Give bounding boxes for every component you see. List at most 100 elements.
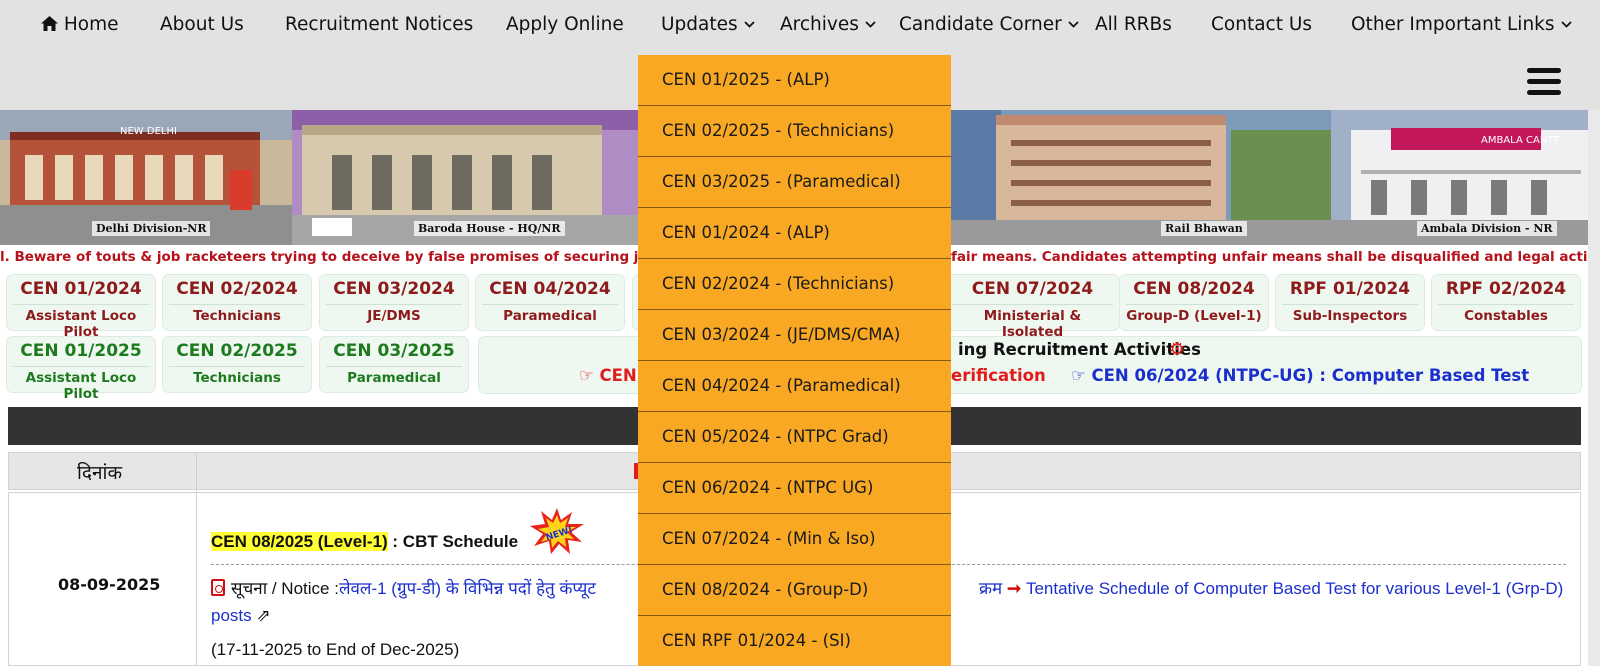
dropdown-item-cen-07-2024[interactable]: CEN 07/2024 - (Min & Iso) [638, 514, 951, 565]
cen-card[interactable]: CEN 04/2024 Paramedical [475, 274, 625, 331]
rpf-card[interactable]: RPF 02/2024 Constables [1431, 274, 1581, 331]
rpf-card[interactable]: RPF 01/2024 Sub-Inspectors [1275, 274, 1425, 331]
nav-candidate-corner-label: Candidate Corner [899, 14, 1062, 35]
nav-updates[interactable]: Updates [661, 14, 755, 35]
dropdown-item-label: CEN 03/2025 - (Paramedical) [662, 172, 901, 191]
hand-pointing-icon: ☞ [579, 366, 600, 385]
ongoing-link[interactable]: erification [951, 366, 1046, 385]
column-divider [196, 453, 197, 491]
ongoing-link-ntpc-ug-cbt[interactable]: ☞ CEN 06/2024 (NTPC-UG) : Computer Based… [1071, 366, 1529, 385]
notice-title-highlight[interactable]: CEN 08/2025 (Level-1) [211, 532, 388, 551]
dropdown-item-cen-03-2025[interactable]: CEN 03/2025 - (Paramedical) [638, 157, 951, 208]
nav-all-rrbs-label: All RRBs [1095, 14, 1172, 35]
pdf-icon [211, 579, 225, 596]
notice-line: सूचना / Notice :लेवल-1 (ग्रुप-डी) के विभ… [211, 576, 596, 599]
dropdown-item-label: CEN 05/2024 - (NTPC Grad) [662, 427, 889, 446]
notice-label: सूचना / Notice : [231, 579, 339, 598]
ticker-text-right: fair means. Candidates attempting unfair… [951, 249, 1588, 265]
nav-home-label: Home [63, 14, 119, 35]
cen-card-name: Paramedical [482, 304, 618, 324]
dropdown-item-cen-04-2024[interactable]: CEN 04/2024 - (Paramedical) [638, 361, 951, 412]
cen-card-name: Assistant Loco Pilot [13, 366, 149, 402]
nav-other-important-links-label: Other Important Links [1351, 14, 1555, 35]
notice-link-english-cont[interactable]: posts [211, 606, 252, 625]
ongoing-title: ing Recruitment Activities [958, 340, 1201, 359]
cen-card-name: Paramedical [326, 366, 462, 386]
dropdown-item-cen-03-2024[interactable]: CEN 03/2024 - (JE/DMS/CMA) [638, 310, 951, 361]
dropdown-item-cen-02-2025[interactable]: CEN 02/2025 - (Technicians) [638, 106, 951, 157]
external-link-icon[interactable]: ⇗ [256, 606, 270, 625]
gear-icon: ⚙ [1169, 339, 1186, 360]
nav-updates-label: Updates [661, 14, 738, 35]
dropdown-item-cen-08-2024[interactable]: CEN 08/2024 - (Group-D) [638, 565, 951, 616]
notice-link-english[interactable]: Tentative Schedule of Computer Based Tes… [1026, 579, 1563, 598]
cen-card-2025[interactable]: CEN 03/2025 Paramedical [319, 336, 469, 393]
notice-date-range: (17-11-2025 to End of Dec-2025) [211, 640, 460, 659]
cen-card-name: Assistant Loco Pilot [13, 304, 149, 340]
banner-caption: Ambala Division - NR [1417, 221, 1557, 236]
banner-caption: Delhi Division-NR [92, 221, 211, 236]
nav-about-us-label: About Us [160, 14, 244, 35]
cen-card-name: Group-D (Level-1) [1126, 304, 1262, 324]
dropdown-item-label: CEN 02/2024 - (Technicians) [662, 274, 895, 293]
nav-recruitment-notices-label: Recruitment Notices [285, 14, 474, 35]
nav-apply-online[interactable]: Apply Online [506, 14, 624, 35]
dropdown-item-cen-rpf-01-2024[interactable]: CEN RPF 01/2024 - (SI) [638, 616, 951, 666]
notice-title-rest: : CBT Schedule [387, 532, 519, 551]
dropdown-item-label: CEN 03/2024 - (JE/DMS/CMA) [662, 325, 901, 344]
dropdown-item-cen-06-2024[interactable]: CEN 06/2024 - (NTPC UG) [638, 463, 951, 514]
nav-recruitment-notices[interactable]: Recruitment Notices [285, 14, 473, 35]
cen-card-2025[interactable]: CEN 01/2025 Assistant Loco Pilot [6, 336, 156, 402]
updates-dropdown-menu: CEN 01/2025 - (ALP) CEN 02/2025 - (Techn… [638, 55, 951, 666]
banner-photo-delhi-division: NEW DELHI Delhi Division-NR [0, 110, 292, 245]
date-column-header: दिनांक [77, 462, 123, 484]
cen-card[interactable]: CEN 03/2024 JE/DMS [319, 274, 469, 331]
dropdown-item-cen-05-2024[interactable]: CEN 05/2024 - (NTPC Grad) [638, 412, 951, 463]
chevron-down-icon [744, 21, 755, 28]
nav-about-us[interactable]: About Us [160, 14, 244, 35]
notice-date: 08-09-2025 [58, 575, 161, 594]
dropdown-item-label: CEN RPF 01/2024 - (SI) [662, 631, 851, 650]
dropdown-item-label: CEN 08/2024 - (Group-D) [662, 580, 869, 599]
nav-other-important-links[interactable]: Other Important Links [1351, 14, 1572, 35]
nav-archives-label: Archives [780, 14, 859, 35]
chevron-down-icon [865, 21, 876, 28]
banner-photo-baroda-house: Baroda House - HQ/NR [292, 110, 638, 245]
rpf-card-code: RPF 01/2024 [1289, 279, 1411, 299]
hamburger-menu-icon[interactable] [1527, 68, 1561, 98]
cen-card[interactable]: CEN 02/2024 Technicians [162, 274, 312, 331]
dropdown-item-cen-01-2024[interactable]: CEN 01/2024 - (ALP) [638, 208, 951, 259]
cen-card-name: Ministerial & Isolated [952, 304, 1113, 340]
dropdown-item-cen-02-2024[interactable]: CEN 02/2024 - (Technicians) [638, 259, 951, 310]
cen-card[interactable]: CEN 01/2024 Assistant Loco Pilot [6, 274, 156, 340]
cen-card-code: CEN 01/2025 [20, 341, 142, 361]
notice-link-hindi[interactable]: लेवल-1 (ग्रुप-डी) के विभिन्न पदों हेतु क… [339, 579, 596, 598]
ticker-text-left: l. Beware of touts & job racketeers tryi… [0, 249, 706, 265]
rail-bhawan-illustration [951, 110, 1331, 245]
chevron-down-icon [1068, 21, 1079, 28]
ongoing-link[interactable]: ☞ CEN [579, 366, 637, 385]
nav-contact-us[interactable]: Contact Us [1211, 14, 1312, 35]
chevron-down-icon [1560, 21, 1572, 28]
nav-all-rrbs[interactable]: All RRBs [1095, 14, 1172, 35]
nav-contact-us-label: Contact Us [1211, 14, 1313, 35]
dropdown-item-label: CEN 06/2024 - (NTPC UG) [662, 478, 874, 497]
cen-card-code: CEN 02/2024 [176, 279, 298, 299]
cen-card-2025[interactable]: CEN 02/2025 Technicians [162, 336, 312, 393]
nav-home[interactable]: Home [41, 14, 119, 35]
cen-card[interactable]: CEN 08/2024 Group-D (Level-1) [1119, 274, 1269, 331]
cen-card[interactable]: CEN 07/2024 Ministerial & Isolated [945, 274, 1120, 340]
ongoing-link-text: erification [951, 366, 1046, 385]
cen-card-code: CEN 01/2024 [20, 279, 142, 299]
nav-apply-online-label: Apply Online [506, 14, 624, 35]
nav-archives[interactable]: Archives [780, 14, 876, 35]
dropdown-item-label: CEN 02/2025 - (Technicians) [662, 121, 895, 140]
rpf-card-name: Constables [1438, 304, 1574, 324]
banner-sign-ambala: AMBALA CANTT [1481, 135, 1560, 146]
cen-card-name: Technicians [169, 366, 305, 386]
dropdown-item-cen-01-2025[interactable]: CEN 01/2025 - (ALP) [638, 55, 951, 106]
hand-pointing-icon: ☞ [1071, 366, 1092, 385]
nav-candidate-corner[interactable]: Candidate Corner [899, 14, 1079, 35]
notice-hindi-end[interactable]: क्रम [979, 579, 1002, 598]
notice-line-right: क्रम ➞ Tentative Schedule of Computer Ba… [979, 576, 1563, 599]
